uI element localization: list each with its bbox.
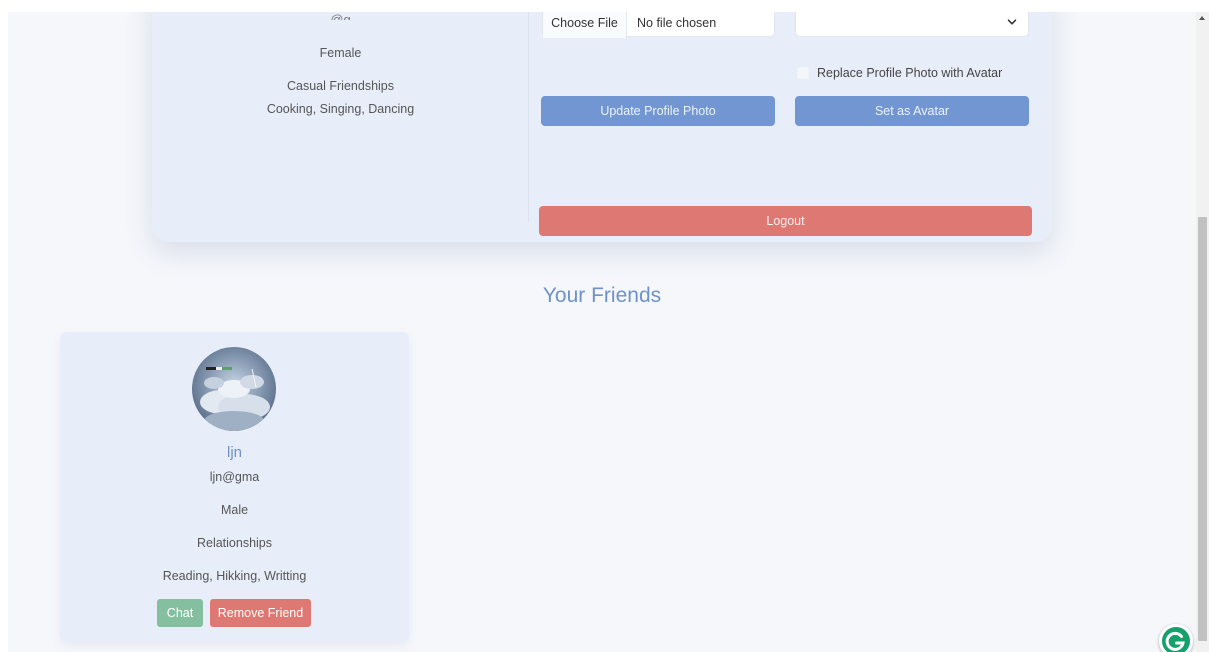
remove-friend-button[interactable]: Remove Friend [210,599,311,627]
profile-card: @g Female Casual Friendships Cooking, Si… [152,12,1052,242]
chevron-down-icon [1007,19,1017,25]
friend-avatar [192,347,276,431]
friend-email: ljn@gma [209,470,260,484]
profile-info: @g Female Casual Friendships Cooking, Si… [152,12,529,242]
friend-looking-for: Relationships [196,536,273,550]
grammarly-icon[interactable] [1159,624,1193,652]
page-scrollbar[interactable] [1196,12,1209,652]
scrollbar-thumb[interactable] [1198,217,1207,641]
logout-button[interactable]: Logout [539,206,1032,236]
update-profile-photo-button[interactable]: Update Profile Photo [541,96,775,126]
friend-interests: Reading, Hikking, Writting [162,569,307,583]
profile-photo-file-input[interactable]: Choose File No file chosen [542,12,775,38]
scroll-up-arrow-icon[interactable] [1199,16,1205,20]
friends-section-title: Your Friends [542,284,662,307]
profile-gender: Female [319,46,362,60]
choose-file-button[interactable]: Choose File [543,12,627,38]
profile-looking-for: Casual Friendships [287,79,394,93]
grammarly-g-glyph [1165,631,1185,651]
replace-photo-option[interactable]: Replace Profile Photo with Avatar [797,66,1002,80]
friend-name: ljn [226,444,242,461]
file-status-text: No file chosen [637,16,717,30]
avatar-select[interactable] [795,12,1029,37]
replace-photo-label: Replace Profile Photo with Avatar [817,66,1003,80]
set-as-avatar-button[interactable]: Set as Avatar [795,96,1029,126]
page-viewport: @g Female Casual Friendships Cooking, Si… [8,12,1196,652]
friend-avatar-image [192,347,276,431]
profile-email: @g [330,12,351,20]
card-divider [528,12,529,222]
replace-photo-checkbox[interactable] [797,67,809,79]
friend-card: ljn ljn@gma Male Relationships Reading, … [60,332,409,642]
friend-gender: Male [220,503,249,517]
profile-interests: Cooking, Singing, Dancing [266,102,415,116]
chat-button[interactable]: Chat [157,599,203,627]
